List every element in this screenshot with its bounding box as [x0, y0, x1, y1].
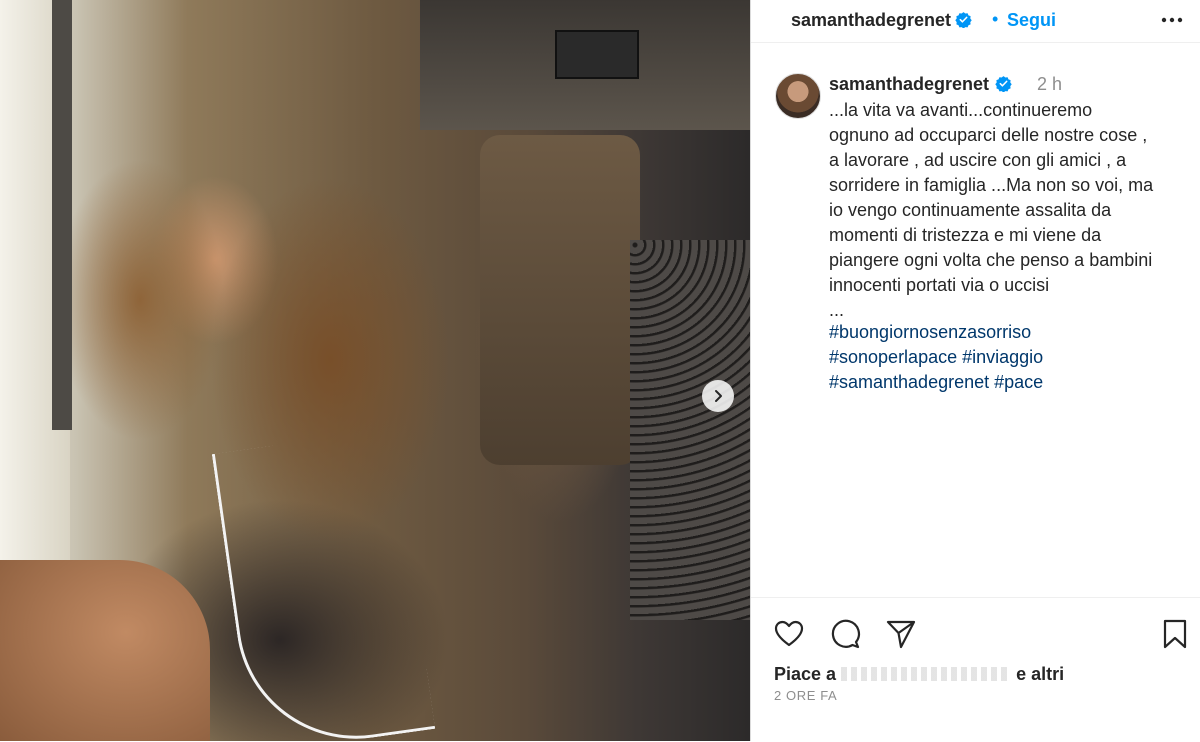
header-separator: •	[992, 9, 999, 29]
arm	[0, 560, 210, 741]
heart-icon[interactable]	[773, 618, 805, 650]
seat-back-pattern	[630, 240, 750, 620]
post-header: samanthadegrenet • Segui	[751, 0, 1200, 43]
hashtag-list: #buongiornosenzasorriso #sonoperlapace #…	[829, 320, 1189, 395]
train-seat	[480, 135, 640, 465]
caption-text: ...la vita va avanti...continueremo ognu…	[829, 100, 1154, 320]
likes-prefix: Piace a	[774, 664, 837, 684]
post-photo[interactable]	[0, 0, 750, 741]
header-username-link[interactable]: samanthadegrenet	[791, 10, 972, 31]
hashtag-link[interactable]: #samanthadegrenet	[829, 372, 989, 392]
avatar[interactable]	[775, 73, 821, 119]
post-time: 2 h	[1037, 74, 1063, 94]
hashtag-link[interactable]: #inviaggio	[962, 347, 1043, 367]
verified-badge-icon	[995, 76, 1012, 92]
more-options-icon[interactable]	[1159, 10, 1185, 30]
bookmark-icon[interactable]	[1159, 618, 1191, 650]
window-frame	[52, 0, 72, 430]
send-icon[interactable]	[885, 618, 917, 650]
follow-button[interactable]: Segui	[1007, 10, 1056, 31]
earphone-cable	[211, 428, 436, 741]
train-display	[555, 30, 639, 79]
comment-icon[interactable]	[829, 618, 861, 650]
likes-suffix[interactable]: e altri	[1016, 664, 1064, 684]
hashtag-link[interactable]: #buongiornosenzasorriso	[829, 322, 1031, 342]
obscured-usernames	[841, 667, 1012, 681]
post-timestamp: 2 ORE FA	[774, 688, 838, 703]
caption-username[interactable]: samanthadegrenet	[829, 74, 989, 94]
verified-badge-icon	[955, 12, 972, 28]
hashtag-link[interactable]: #pace	[994, 372, 1043, 392]
caption-username-link[interactable]: samanthadegrenet	[829, 74, 1012, 95]
chevron-right-icon	[715, 390, 722, 402]
likes-summary[interactable]: Piace a e altri	[774, 664, 1064, 685]
header-username[interactable]: samanthadegrenet	[791, 10, 951, 30]
hashtag-link[interactable]: #sonoperlapace	[829, 347, 957, 367]
next-photo-button[interactable]	[702, 380, 734, 412]
post-side-panel: samanthadegrenet • Segui samanthadegrene…	[750, 0, 1200, 741]
